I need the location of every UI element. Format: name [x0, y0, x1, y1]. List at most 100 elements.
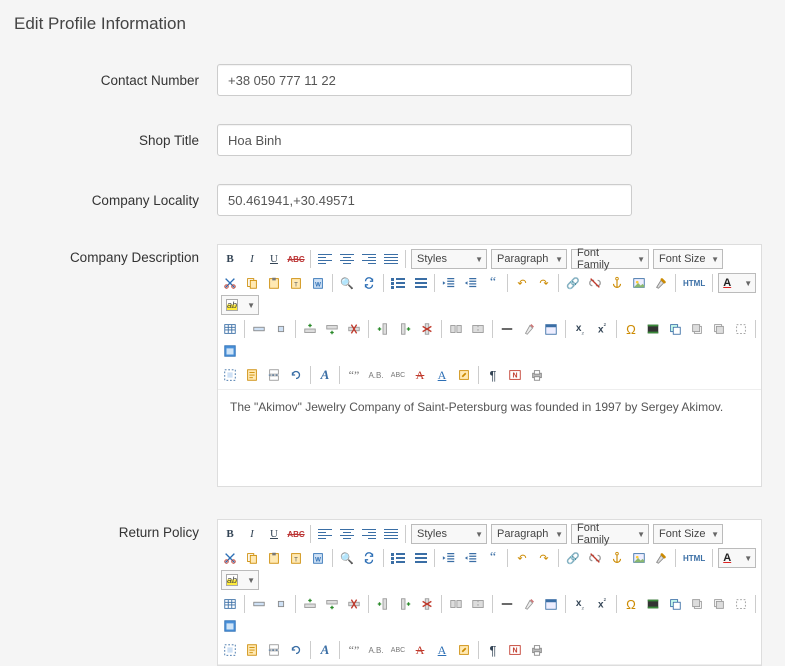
insert-col-after-button[interactable] [395, 594, 415, 614]
blockquote-button[interactable]: “ [483, 273, 503, 293]
replace-button[interactable] [359, 548, 379, 568]
move-forward-button[interactable] [687, 319, 707, 339]
input-company-locality[interactable] [217, 184, 632, 216]
ins-button[interactable]: A [432, 365, 452, 385]
hr-button[interactable] [497, 319, 517, 339]
undo-button[interactable]: ↶ [512, 273, 532, 293]
paragraph-dropdown[interactable]: Paragraph▼ [491, 249, 567, 269]
outdent-button[interactable] [439, 273, 459, 293]
del-button[interactable]: A [410, 640, 430, 660]
paste-word-button[interactable]: W [308, 273, 328, 293]
paste-text-button[interactable]: T [286, 273, 306, 293]
merge-cells-button[interactable] [468, 594, 488, 614]
delete-col-button[interactable] [417, 594, 437, 614]
pagebreak-button[interactable] [264, 640, 284, 660]
merge-cells-button[interactable] [468, 319, 488, 339]
move-backward-button[interactable] [709, 594, 729, 614]
font-size-dropdown[interactable]: Font Size▼ [653, 249, 723, 269]
link-button[interactable]: 🔗 [563, 548, 583, 568]
move-backward-button[interactable] [709, 319, 729, 339]
input-shop-title[interactable] [217, 124, 632, 156]
find-button[interactable]: 🔍 [337, 273, 357, 293]
attributes-button[interactable]: A [315, 640, 335, 660]
indent-button[interactable] [461, 273, 481, 293]
delete-row-button[interactable] [344, 319, 364, 339]
underline-button[interactable]: U [264, 249, 284, 269]
align-left-button[interactable] [315, 524, 335, 544]
bullet-list-button[interactable] [388, 548, 408, 568]
indent-button[interactable] [461, 548, 481, 568]
show-blocks-button[interactable]: ¶ [483, 640, 503, 660]
styles-dropdown[interactable]: Styles▼ [411, 524, 487, 544]
cut-button[interactable] [220, 273, 240, 293]
align-center-button[interactable] [337, 524, 357, 544]
absolute-button[interactable] [731, 594, 751, 614]
print-button[interactable] [527, 365, 547, 385]
numbered-list-button[interactable] [410, 273, 430, 293]
restore-button[interactable] [286, 640, 306, 660]
delete-col-button[interactable] [417, 319, 437, 339]
delete-row-button[interactable] [344, 594, 364, 614]
cite-button[interactable]: “” [344, 640, 364, 660]
select-all-button[interactable] [220, 640, 240, 660]
insert-row-before-button[interactable] [300, 319, 320, 339]
subscript-button[interactable]: x₂ [570, 319, 590, 339]
cleanup-button[interactable] [651, 273, 671, 293]
strikethrough-button[interactable]: ABC [286, 249, 306, 269]
show-blocks-button[interactable]: ¶ [483, 365, 503, 385]
replace-button[interactable] [359, 273, 379, 293]
restore-button[interactable] [286, 365, 306, 385]
paste-button[interactable] [264, 548, 284, 568]
cell-props-button[interactable] [271, 319, 291, 339]
hr-button[interactable] [497, 594, 517, 614]
align-center-button[interactable] [337, 249, 357, 269]
cite-button[interactable]: “” [344, 365, 364, 385]
anchor-button[interactable] [607, 548, 627, 568]
paste-button[interactable] [264, 273, 284, 293]
paste-text-button[interactable]: T [286, 548, 306, 568]
italic-button[interactable]: I [242, 249, 262, 269]
template-button[interactable] [242, 640, 262, 660]
nbsp-button[interactable]: N [505, 365, 525, 385]
superscript-button[interactable]: x² [592, 319, 612, 339]
find-button[interactable]: 🔍 [337, 548, 357, 568]
table-button[interactable] [220, 319, 240, 339]
bold-button[interactable]: B [220, 524, 240, 544]
nbsp-button[interactable]: N [505, 640, 525, 660]
numbered-list-button[interactable] [410, 548, 430, 568]
ins-button[interactable]: A [432, 640, 452, 660]
copy-button[interactable] [242, 273, 262, 293]
unlink-button[interactable] [585, 548, 605, 568]
absolute-button[interactable] [731, 319, 751, 339]
attributes-button[interactable]: A [315, 365, 335, 385]
cell-props-button[interactable] [271, 594, 291, 614]
date-button[interactable] [541, 594, 561, 614]
acronym-button[interactable]: ABC [388, 640, 408, 660]
pagebreak-button[interactable] [264, 365, 284, 385]
highlight-color-dropdown[interactable]: ab▼ [221, 570, 259, 590]
italic-button[interactable]: I [242, 524, 262, 544]
cleanup-button[interactable] [651, 548, 671, 568]
highlight-color-dropdown[interactable]: ab▼ [221, 295, 259, 315]
select-all-button[interactable] [220, 365, 240, 385]
copy-button[interactable] [242, 548, 262, 568]
align-right-button[interactable] [359, 249, 379, 269]
paste-word-button[interactable]: W [308, 548, 328, 568]
cut-button[interactable] [220, 548, 240, 568]
font-family-dropdown[interactable]: Font Family▼ [571, 249, 649, 269]
paragraph-dropdown[interactable]: Paragraph▼ [491, 524, 567, 544]
editor-body-company-description[interactable]: The "Akimov" Jewelry Company of Saint-Pe… [218, 390, 761, 486]
remove-format-button[interactable] [519, 594, 539, 614]
unlink-button[interactable] [585, 273, 605, 293]
abbr-button[interactable]: A.B. [366, 365, 386, 385]
superscript-button[interactable]: x² [592, 594, 612, 614]
abbr-button[interactable]: A.B. [366, 640, 386, 660]
text-color-dropdown[interactable]: A▼ [718, 548, 756, 568]
template-button[interactable] [242, 365, 262, 385]
input-contact-number[interactable] [217, 64, 632, 96]
insert-row-after-button[interactable] [322, 319, 342, 339]
fullscreen-button[interactable] [220, 341, 240, 361]
bullet-list-button[interactable] [388, 273, 408, 293]
row-props-button[interactable] [249, 319, 269, 339]
bold-button[interactable]: B [220, 249, 240, 269]
